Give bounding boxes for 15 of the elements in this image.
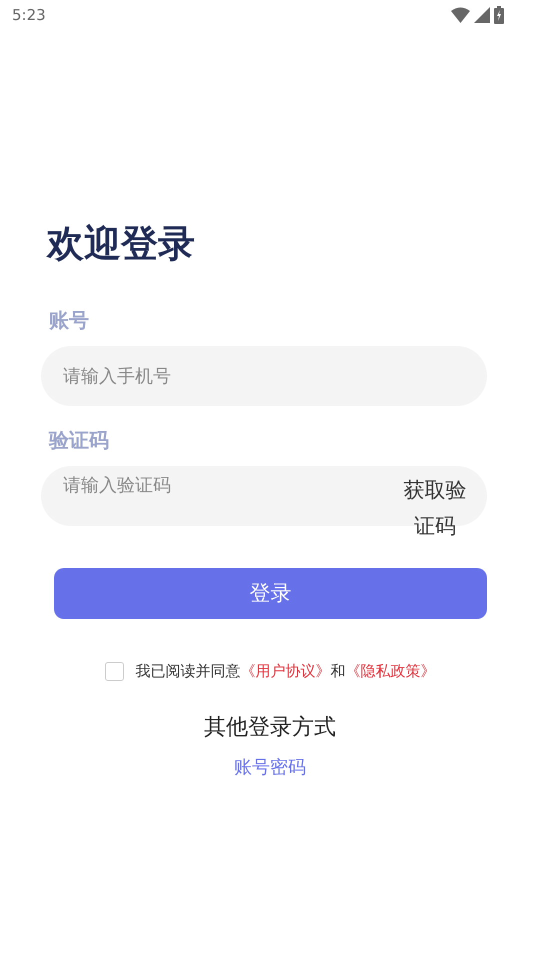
- agree-checkbox[interactable]: [104, 662, 124, 682]
- field-label: 账号: [49, 308, 90, 332]
- battery-icon: [494, 6, 504, 24]
- agreement-link[interactable]: 《用户协议》: [240, 662, 330, 680]
- field-label: 验证码: [49, 428, 110, 452]
- status-time: 5:23: [12, 4, 46, 26]
- password-login-link[interactable]: 账号密码: [234, 756, 306, 778]
- agreement-text: 我已阅读并同意《用户协议》和《隐私政策》: [136, 661, 436, 682]
- wifi-icon: [451, 7, 470, 23]
- login-button[interactable]: 登录: [54, 568, 487, 620]
- phone-input-field[interactable]: 请输入手机号: [41, 346, 487, 406]
- page-title: 欢迎登录: [47, 222, 196, 266]
- signal-icon: [474, 7, 490, 23]
- agreement-link[interactable]: 《隐私政策》: [346, 662, 436, 680]
- section-title: 其他登录方式: [203, 714, 337, 742]
